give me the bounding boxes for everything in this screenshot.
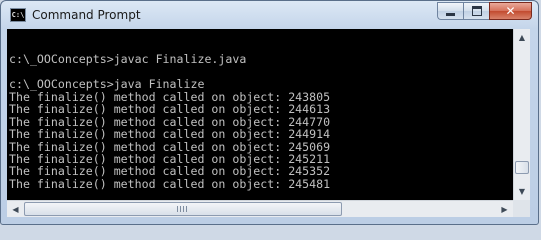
- resize-corner[interactable]: [513, 200, 530, 217]
- console-line: The finalize() method called on object: …: [9, 164, 331, 179]
- horizontal-scrollbar[interactable]: ◀ ▶: [7, 200, 513, 217]
- console-line: The finalize() method called on object: …: [9, 127, 331, 142]
- scroll-left-arrow-icon[interactable]: ◀: [7, 201, 24, 217]
- close-button[interactable]: ✕: [489, 2, 532, 20]
- scroll-up-arrow-icon[interactable]: ▲: [514, 29, 530, 46]
- vertical-scrollbar[interactable]: ▲ ▼: [513, 29, 530, 200]
- window-title: Command Prompt: [32, 8, 141, 22]
- scroll-right-arrow-icon[interactable]: ▶: [496, 201, 513, 217]
- console-line: c:\_OOConcepts>java Finalize: [9, 77, 205, 92]
- console-line: c:\_OOConcepts>javac Finalize.java: [9, 52, 247, 67]
- minimize-button[interactable]: [437, 2, 463, 20]
- scroll-grip-icon: [177, 206, 187, 212]
- console-text: c:\_OOConcepts>javac Finalize.java c:\_OO…: [9, 41, 330, 200]
- minimize-icon: [446, 12, 455, 16]
- command-prompt-icon[interactable]: C:\: [10, 8, 26, 22]
- maximize-button[interactable]: [463, 2, 489, 20]
- maximize-icon: [471, 6, 482, 16]
- console-line: The finalize() method called on object: …: [9, 176, 331, 191]
- console-output[interactable]: c:\_OOConcepts>javac Finalize.java c:\_OO…: [7, 29, 513, 200]
- scroll-down-arrow-icon[interactable]: ▼: [514, 183, 530, 200]
- caption-buttons: ✕: [437, 2, 532, 21]
- horizontal-scroll-thumb[interactable]: [24, 202, 342, 216]
- console-line: The finalize() method called on object: …: [9, 102, 331, 117]
- title-bar[interactable]: C:\ Command Prompt ✕: [1, 1, 538, 30]
- vertical-scroll-thumb[interactable]: [515, 161, 529, 175]
- close-icon: ✕: [505, 4, 516, 18]
